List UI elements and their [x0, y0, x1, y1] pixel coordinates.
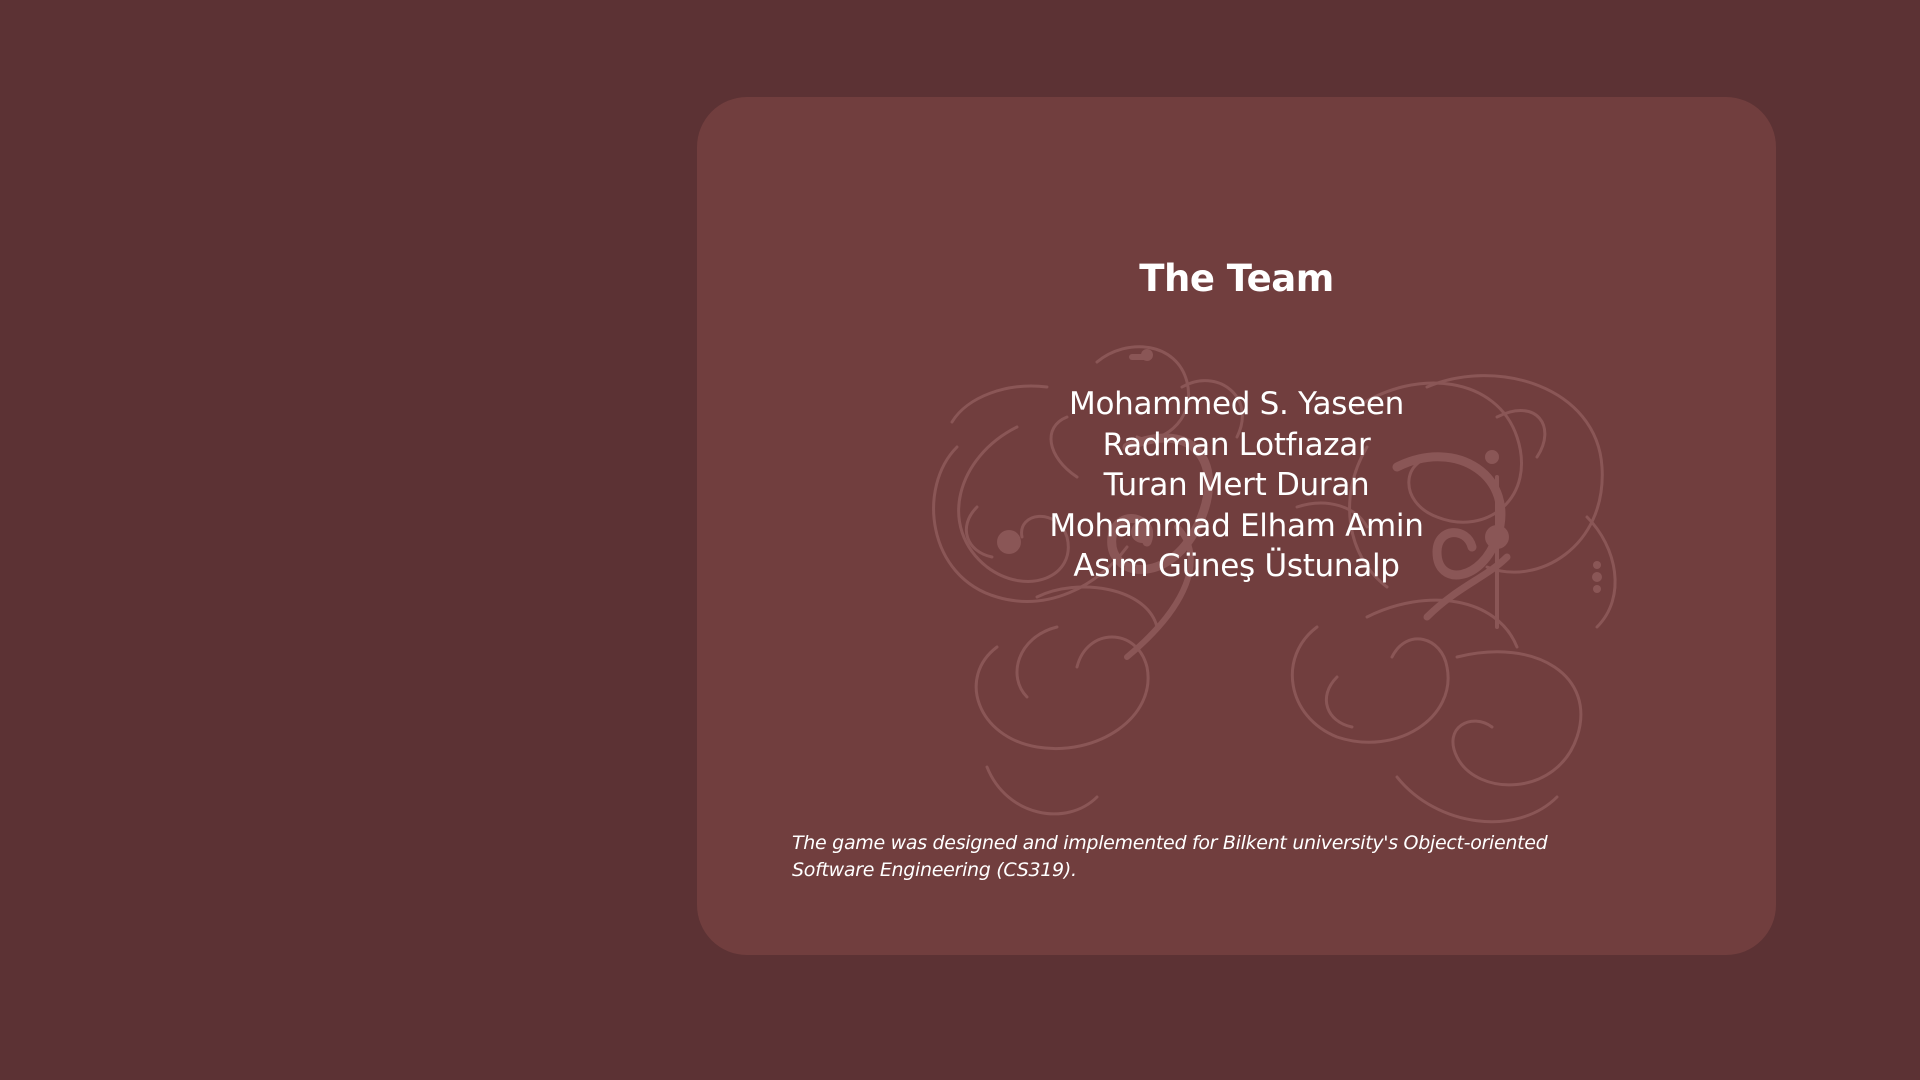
- team-members-list: Mohammed S. Yaseen Radman Lotfıazar Tura…: [697, 384, 1776, 587]
- team-member: Turan Mert Duran: [1103, 467, 1370, 503]
- page-title: The Team: [1139, 257, 1334, 300]
- team-member: Mohammed S. Yaseen: [1069, 386, 1404, 422]
- team-member: Mohammad Elham Amin: [1049, 507, 1424, 544]
- about-screen: The Team Mohammed S. Yaseen Radman Lotfı…: [0, 0, 1920, 1080]
- team-card: The Team Mohammed S. Yaseen Radman Lotfı…: [697, 97, 1776, 955]
- team-member: Asım Güneş Üstunalp: [1073, 548, 1400, 584]
- team-member: Radman Lotfıazar: [1102, 426, 1371, 463]
- credits-footnote: The game was designed and implemented fo…: [792, 832, 1548, 881]
